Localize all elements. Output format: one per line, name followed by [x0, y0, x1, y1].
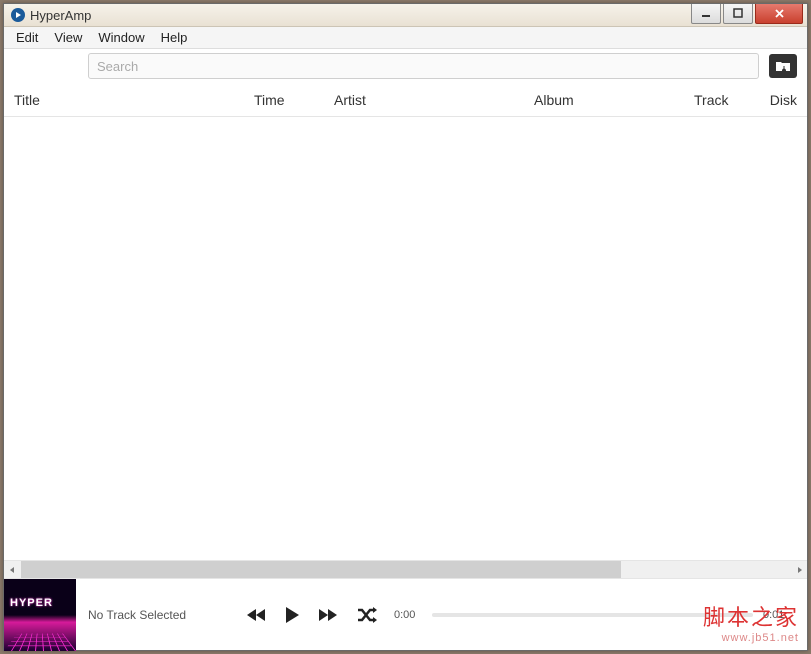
minimize-button[interactable]	[691, 4, 721, 24]
library-folder-button[interactable]	[769, 54, 797, 78]
menu-help[interactable]: Help	[153, 28, 196, 47]
horizontal-scrollbar[interactable]	[4, 560, 807, 578]
previous-button[interactable]	[246, 607, 266, 623]
col-disk[interactable]: Disk	[770, 92, 797, 108]
menu-window[interactable]: Window	[90, 28, 152, 47]
menubar: Edit View Window Help	[4, 27, 807, 49]
scroll-thumb[interactable]	[21, 561, 621, 578]
next-button[interactable]	[318, 607, 338, 623]
col-title[interactable]: Title	[14, 92, 254, 108]
now-playing-label: No Track Selected	[76, 608, 246, 622]
search-input[interactable]	[88, 53, 759, 79]
maximize-button[interactable]	[723, 4, 753, 24]
col-artist[interactable]: Artist	[334, 92, 534, 108]
column-headers: Title Time Artist Album Track Disk	[4, 83, 807, 117]
shuffle-button[interactable]	[356, 606, 378, 624]
time-current: 0:00	[394, 609, 422, 621]
time-total: 0:01	[763, 609, 791, 621]
progress-bar[interactable]	[432, 613, 753, 617]
track-list[interactable]	[4, 117, 807, 560]
progress-area: 0:00 0:01	[378, 609, 807, 621]
scroll-left-arrow[interactable]	[4, 561, 21, 578]
close-button[interactable]	[755, 4, 803, 24]
col-track[interactable]: Track	[694, 92, 764, 108]
app-icon	[10, 7, 26, 23]
scroll-track[interactable]	[21, 561, 790, 578]
col-album[interactable]: Album	[534, 92, 694, 108]
scroll-right-arrow[interactable]	[790, 561, 807, 578]
menu-edit[interactable]: Edit	[8, 28, 46, 47]
player-bar: HYPER No Track Selected 0:00	[4, 578, 807, 650]
app-window: HyperAmp Edit View Window Help Ti	[3, 3, 808, 651]
playback-controls	[246, 606, 378, 624]
titlebar: HyperAmp	[4, 4, 807, 27]
col-time[interactable]: Time	[254, 92, 334, 108]
window-controls	[691, 4, 807, 24]
album-art-logo: HYPER	[10, 597, 70, 609]
window-title: HyperAmp	[30, 8, 91, 23]
menu-view[interactable]: View	[46, 28, 90, 47]
search-row	[4, 49, 807, 83]
album-art: HYPER	[4, 579, 76, 651]
play-button[interactable]	[284, 606, 300, 624]
